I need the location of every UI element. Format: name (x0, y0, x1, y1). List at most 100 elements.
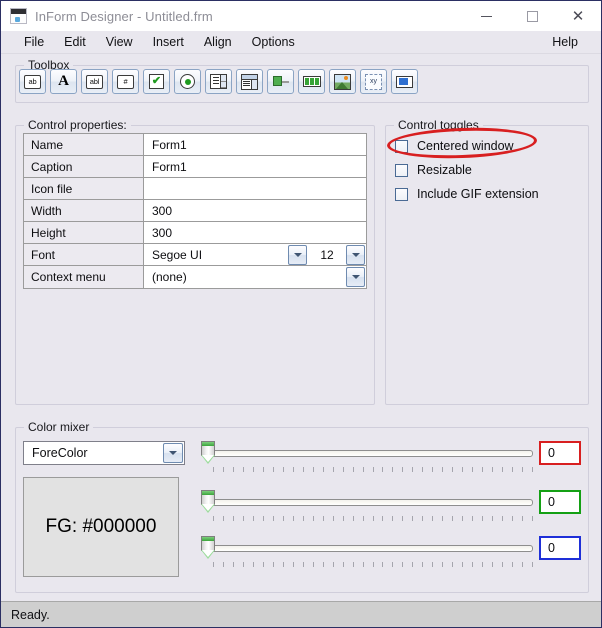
slider-tick (362, 516, 364, 521)
slider-tick (452, 467, 454, 472)
green-value-input[interactable]: 0 (539, 490, 581, 514)
font-family-dropdown-button[interactable] (288, 244, 307, 265)
menu-item-help[interactable]: Help (543, 33, 587, 51)
slider-tick (382, 516, 384, 521)
slider-tick (462, 516, 464, 521)
blue-slider-thumb[interactable] (201, 536, 215, 560)
numeric-icon: # (117, 74, 134, 89)
slider-tick (532, 562, 533, 567)
checkbox-centered-window[interactable] (395, 139, 408, 153)
chevron-down-icon (351, 275, 360, 279)
red-slider[interactable] (201, 441, 543, 475)
slider-tick (252, 516, 254, 521)
table-row[interactable]: Width 300 (24, 200, 366, 222)
minimize-icon (480, 15, 492, 17)
checkbox-include-gif-extension[interactable] (395, 187, 408, 201)
table-row[interactable]: Font Segoe UI 12 (24, 244, 366, 266)
color-channel-dropdown-button[interactable] (163, 443, 183, 463)
trackbar-tool-button[interactable] (267, 69, 294, 94)
toggle-centered-window[interactable]: Centered window (395, 135, 539, 157)
menu-item-edit[interactable]: Edit (55, 33, 95, 51)
slider-tick (432, 516, 434, 521)
slider-tick (382, 467, 384, 472)
progressbar-tool-button[interactable] (298, 69, 325, 94)
slider-tick (282, 516, 284, 521)
property-value-font[interactable]: Segoe UI 12 (144, 244, 366, 265)
radiobutton-tool-button[interactable] (174, 69, 201, 94)
blue-slider-track[interactable] (211, 545, 533, 552)
numeric-tool-button[interactable]: # (112, 69, 139, 94)
red-slider-thumb[interactable] (201, 441, 215, 465)
checkbox-tool-button[interactable]: ✔ (143, 69, 170, 94)
progressbar-icon (302, 74, 321, 89)
property-value-icon-file[interactable] (144, 178, 366, 199)
property-label-width: Width (24, 200, 144, 221)
slider-tick (302, 467, 304, 472)
blue-slider[interactable] (201, 536, 543, 570)
combobox-tool-button[interactable] (236, 69, 263, 94)
property-value-context-menu[interactable]: (none) (144, 266, 366, 288)
slider-tick (352, 516, 354, 521)
window-title: InForm Designer - Untitled.frm (35, 8, 213, 24)
property-label-name: Name (24, 134, 144, 155)
status-text: Ready. (11, 607, 50, 622)
red-value-input[interactable]: 0 (539, 441, 581, 465)
checkbox-resizable[interactable] (395, 163, 408, 177)
menu-item-align[interactable]: Align (195, 33, 241, 51)
picturebox-tool-button[interactable] (329, 69, 356, 94)
property-value-height[interactable]: 300 (144, 222, 366, 243)
font-size-dropdown-button[interactable] (346, 244, 365, 265)
font-size-value[interactable]: 12 (308, 248, 346, 262)
blue-value-input[interactable]: 0 (539, 536, 581, 560)
table-row[interactable]: Height 300 (24, 222, 366, 244)
menu-item-view[interactable]: View (97, 33, 142, 51)
context-menu-dropdown-button[interactable] (346, 267, 365, 287)
menu-item-file[interactable]: File (15, 33, 53, 51)
maximize-icon (526, 10, 538, 22)
slider-tick (342, 516, 344, 521)
panel-tool-button[interactable] (391, 69, 418, 94)
table-row[interactable]: Caption Form1 (24, 156, 366, 178)
coordinates-tool-button[interactable]: xy (360, 69, 387, 94)
textbox-icon: ab (24, 74, 41, 89)
toggle-resizable[interactable]: Resizable (395, 159, 539, 181)
green-slider[interactable] (201, 490, 543, 524)
green-slider-thumb[interactable] (201, 490, 215, 514)
slider-tick (522, 516, 524, 521)
control-toggles-title: Control toggles (394, 118, 483, 132)
menu-item-options[interactable]: Options (243, 33, 304, 51)
table-row[interactable]: Name Form1 (24, 134, 366, 156)
toggle-label-resizable: Resizable (417, 163, 472, 177)
width-field-value: 300 (152, 203, 173, 218)
name-field-value: Form1 (152, 137, 187, 152)
close-button[interactable]: ✕ (555, 1, 601, 31)
slider-tick (502, 562, 504, 567)
slider-tick (412, 562, 414, 567)
chevron-down-icon (351, 252, 360, 257)
table-row[interactable]: Context menu (none) (24, 266, 366, 288)
toggle-include-gif-extension[interactable]: Include GIF extension (395, 183, 539, 205)
slider-tick (492, 467, 494, 472)
slider-tick (222, 467, 224, 472)
minimize-button[interactable] (463, 1, 509, 31)
red-slider-ticks (213, 467, 533, 473)
maximize-button[interactable] (509, 1, 555, 31)
listbox-tool-button[interactable] (205, 69, 232, 94)
checkbox-icon: ✔ (148, 74, 165, 89)
textbox-tool-button[interactable]: ab (19, 69, 46, 94)
menu-item-insert[interactable]: Insert (144, 33, 193, 51)
property-value-width[interactable]: 300 (144, 200, 366, 221)
property-value-caption[interactable]: Form1 (144, 156, 366, 177)
multiline-textbox-tool-button[interactable]: abl (81, 69, 108, 94)
toolbox-buttons: ab A abl # ✔ xy (19, 69, 418, 94)
table-row[interactable]: Icon file (24, 178, 366, 200)
label-tool-button[interactable]: A (50, 69, 77, 94)
control-properties-table: Name Form1 Caption Form1 Icon file Width… (23, 133, 367, 289)
color-preview-label: FG: #000000 (45, 516, 157, 537)
color-channel-select[interactable]: ForeColor (23, 441, 185, 465)
property-value-name[interactable]: Form1 (144, 134, 366, 155)
slider-tick (452, 516, 454, 521)
red-slider-track[interactable] (211, 450, 533, 457)
chevron-down-icon (293, 252, 302, 257)
green-slider-track[interactable] (211, 499, 533, 506)
